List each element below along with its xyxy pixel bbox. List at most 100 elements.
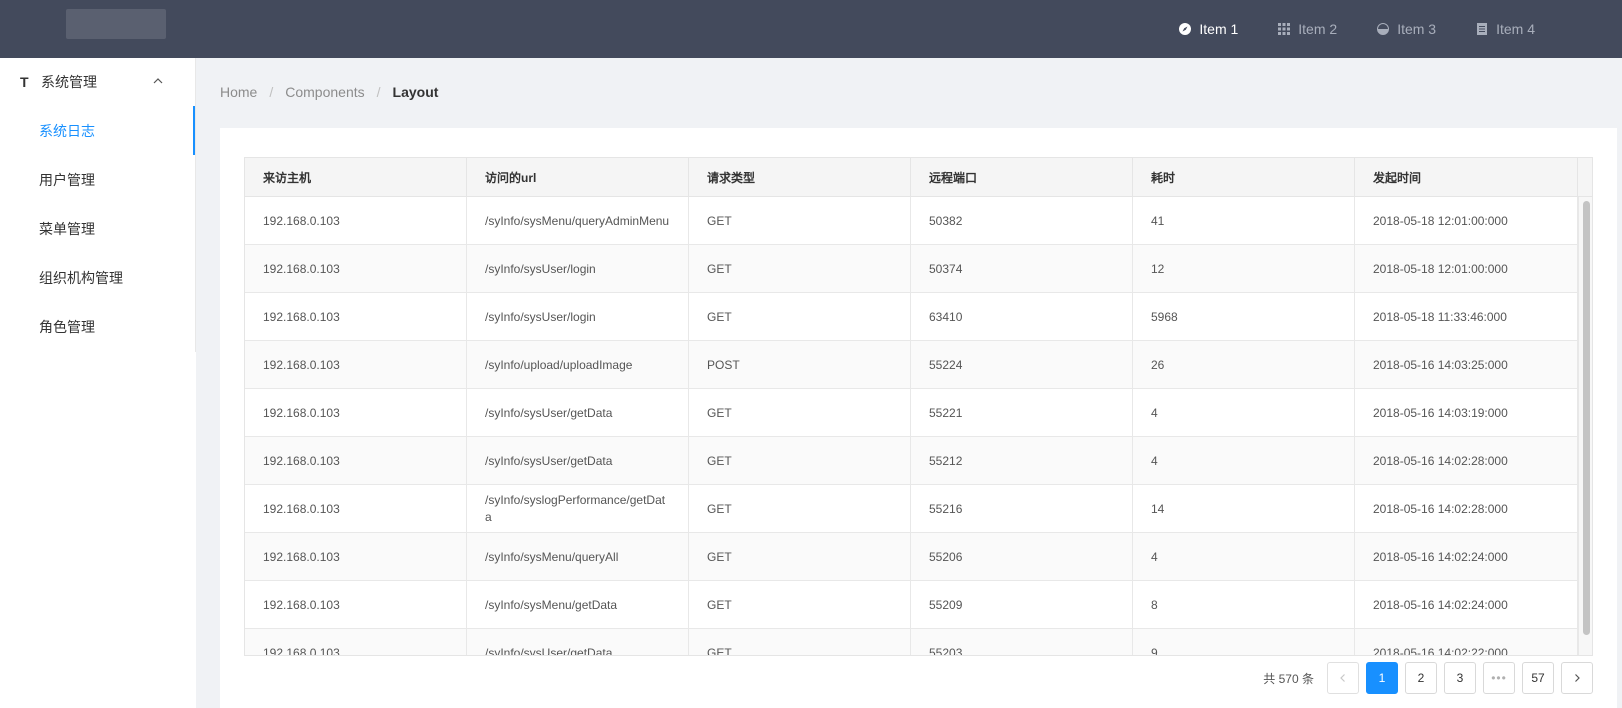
chevron-right-icon (1575, 674, 1580, 682)
table-cell: 55224 (911, 341, 1133, 389)
breadcrumb-current: Layout (392, 84, 439, 100)
table-row[interactable]: 192.168.0.103/syInfo/sysUser/getData GET 5… (245, 629, 1578, 655)
chevron-up-icon (153, 78, 163, 84)
sidebar-group-system[interactable]: T 系统管理 (0, 58, 195, 106)
table-row[interactable]: 192.168.0.103/syInfo/sysMenu/getData GET 5… (245, 581, 1578, 629)
table-cell: /syInfo/sysUser/getData (467, 629, 689, 655)
table-cell: /syInfo/sysUser/login (467, 293, 689, 341)
table-cell: 192.168.0.103 (245, 485, 467, 533)
table-cell: 192.168.0.103 (245, 293, 467, 341)
sidebar-item-menu-management[interactable]: 菜单管理 (0, 204, 196, 253)
sidebar-menu: 系统日志 用户管理 菜单管理 组织机构管理 角色管理 (0, 106, 196, 351)
table-cell: 192.168.0.103 (245, 197, 467, 245)
scrollbar-thumb[interactable] (1583, 201, 1590, 635)
table-cell: 192.168.0.103 (245, 389, 467, 437)
sidebar-item-label: 用户管理 (39, 171, 95, 188)
table-row[interactable]: 192.168.0.103/syInfo/sysUser/getData GET 5… (245, 389, 1578, 437)
top-nav-item-label: Item 1 (1199, 21, 1239, 37)
table-cell: 192.168.0.103 (245, 341, 467, 389)
table-row[interactable]: 192.168.0.103/syInfo/sysMenu/queryAll GET… (245, 533, 1578, 581)
top-nav-item-1[interactable]: Item 1 (1159, 0, 1258, 58)
breadcrumb-separator: / (376, 84, 381, 100)
sidebar-item-system-log[interactable]: 系统日志 (0, 106, 196, 155)
table-row[interactable]: 192.168.0.103/syInfo/sysUser/getData GET 5… (245, 437, 1578, 485)
top-nav-item-label: Item 3 (1397, 21, 1437, 37)
table-cell: 2018-05-16 14:02:24:000 (1355, 581, 1578, 629)
table-cell: 2018-05-18 12:01:00:000 (1355, 245, 1578, 293)
sidebar-item-role-management[interactable]: 角色管理 (0, 302, 196, 351)
table-cell: 2018-05-16 14:03:25:000 (1355, 341, 1578, 389)
table-cell: 41 (1133, 197, 1355, 245)
table-cell: 55209 (911, 581, 1133, 629)
column-header-port[interactable]: 远程端口 (911, 158, 1133, 197)
page-button-3[interactable]: 3 (1444, 662, 1476, 694)
top-nav-item-2[interactable]: Item 2 (1258, 0, 1357, 58)
column-header-method[interactable]: 请求类型 (689, 158, 911, 197)
table-cell: 2018-05-16 14:02:22:000 (1355, 629, 1578, 655)
table-cell: GET (689, 389, 911, 437)
table-cell: GET (689, 437, 911, 485)
page-button-1[interactable]: 1 (1366, 662, 1398, 694)
pagination: 共 570 条 1 2 3 ••• 57 (1263, 662, 1593, 694)
breadcrumb-separator: / (269, 84, 274, 100)
column-header-duration[interactable]: 耗时 (1133, 158, 1355, 197)
table-cell: 55221 (911, 389, 1133, 437)
table-cell: 8 (1133, 581, 1355, 629)
page-button-last[interactable]: 57 (1522, 662, 1554, 694)
table-cell: 192.168.0.103 (245, 629, 467, 655)
table-cell: 2018-05-18 12:01:00:000 (1355, 197, 1578, 245)
table-cell: GET (689, 485, 911, 533)
table-cell: 26 (1133, 341, 1355, 389)
table-cell: 4 (1133, 389, 1355, 437)
text-icon: T (20, 74, 29, 90)
top-nav: Item 1 Item 2 Item 3 Item 4 (1159, 0, 1622, 58)
table-row[interactable]: 192.168.0.103/syInfo/sysUser/login GET 634… (245, 293, 1578, 341)
table-cell: 55212 (911, 437, 1133, 485)
sidebar-item-label: 系统日志 (39, 122, 95, 139)
table-header: 来访主机 访问的url 请求类型 远程端口 耗时 发起时间 (245, 158, 1578, 197)
top-nav-item-4[interactable]: Item 4 (1456, 0, 1555, 58)
page-jump-ellipsis[interactable]: ••• (1483, 662, 1515, 694)
sidebar-item-label: 角色管理 (39, 318, 95, 335)
sidebar-item-org-management[interactable]: 组织机构管理 (0, 253, 196, 302)
table-cell: GET (689, 293, 911, 341)
table-cell: 55216 (911, 485, 1133, 533)
table-row[interactable]: 192.168.0.103/syInfo/sysUser/login GET 503… (245, 245, 1578, 293)
top-nav-item-label: Item 2 (1298, 21, 1338, 37)
table-cell: /syInfo/syslogPerformance/getData (467, 485, 689, 533)
table-scrollbar[interactable] (1578, 197, 1592, 655)
header-gutter (1578, 158, 1592, 197)
sidebar-divider (195, 58, 196, 352)
table-cell: POST (689, 341, 911, 389)
table-cell: GET (689, 581, 911, 629)
content-panel: 来访主机 访问的url 请求类型 远程端口 耗时 发起时间 192.168.0.… (220, 128, 1617, 708)
column-header-host[interactable]: 来访主机 (245, 158, 467, 197)
table-row[interactable]: 192.168.0.103/syInfo/sysMenu/queryAdminM… (245, 197, 1578, 245)
prev-page-button[interactable] (1327, 662, 1359, 694)
sidebar-group-label: 系统管理 (41, 74, 97, 90)
sidebar-item-user-management[interactable]: 用户管理 (0, 155, 196, 204)
table-cell: 55206 (911, 533, 1133, 581)
table-cell: 192.168.0.103 (245, 245, 467, 293)
table-cell: 63410 (911, 293, 1133, 341)
next-page-button[interactable] (1561, 662, 1593, 694)
table-cell: /syInfo/sysMenu/queryAdminMenu (467, 197, 689, 245)
top-nav-item-label: Item 4 (1496, 21, 1535, 37)
table-body: 192.168.0.103/syInfo/sysMenu/queryAdminM… (245, 197, 1578, 655)
table-row[interactable]: 192.168.0.103/syInfo/upload/uploadImage P… (245, 341, 1578, 389)
breadcrumb-home[interactable]: Home (220, 84, 257, 100)
log-table: 来访主机 访问的url 请求类型 远程端口 耗时 发起时间 192.168.0.… (244, 157, 1593, 656)
table-row[interactable]: 192.168.0.103/syInfo/syslogPerformance/g… (245, 485, 1578, 533)
table-cell: GET (689, 197, 911, 245)
breadcrumb-components[interactable]: Components (285, 84, 364, 100)
sidebar-item-label: 组织机构管理 (39, 269, 123, 286)
table-cell: 12 (1133, 245, 1355, 293)
page-button-2[interactable]: 2 (1405, 662, 1437, 694)
pie-chart-icon (1377, 23, 1390, 35)
column-header-time[interactable]: 发起时间 (1355, 158, 1578, 197)
logo[interactable] (66, 9, 166, 39)
top-nav-item-3[interactable]: Item 3 (1357, 0, 1456, 58)
column-header-url[interactable]: 访问的url (467, 158, 689, 197)
table-cell: 14 (1133, 485, 1355, 533)
apps-icon (1278, 23, 1291, 35)
